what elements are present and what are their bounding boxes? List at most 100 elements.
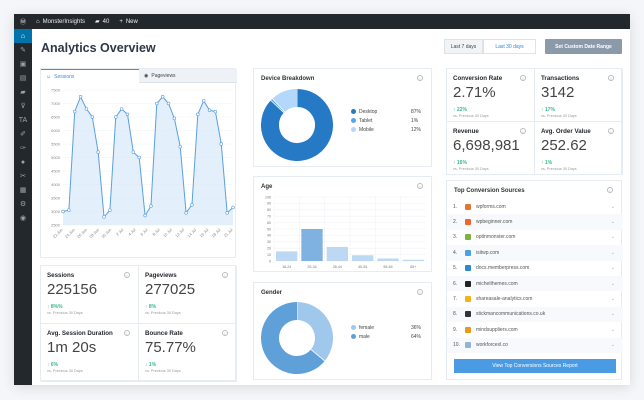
- top-conversion-sources-panel: Top Conversion Sources i 1. wpforms.com ⌄ 2…: [446, 180, 623, 380]
- users-icon[interactable]: ●: [14, 155, 32, 169]
- site-favicon-icon: [465, 234, 471, 241]
- age-bar: [352, 255, 374, 261]
- data-point: [125, 112, 130, 116]
- plugins-icon[interactable]: ✑: [14, 141, 32, 155]
- ta-icon[interactable]: TA: [14, 113, 32, 127]
- chevron-down-icon[interactable]: ⌄: [611, 234, 615, 240]
- conversions-panel: Conversion Rate i 2.71% ↑ 22% vs. Previo…: [446, 68, 623, 175]
- media-icon[interactable]: ▣: [14, 57, 32, 71]
- stat-compare: vs. Previous 30 Days: [145, 311, 181, 315]
- y-tick-label: 90: [267, 202, 271, 206]
- stat-value: 75.77%: [145, 339, 196, 356]
- chevron-down-icon[interactable]: ⌄: [611, 342, 615, 348]
- stat-value: 277025: [145, 281, 196, 298]
- pin-icon[interactable]: ✎: [14, 43, 32, 57]
- data-point: [78, 95, 83, 99]
- pages-icon[interactable]: ▤: [14, 71, 32, 85]
- info-icon[interactable]: i: [124, 330, 130, 336]
- stat-value: 252.62: [541, 137, 587, 154]
- data-point: [143, 213, 147, 218]
- last-7-days-button[interactable]: Last 7 days: [444, 39, 483, 54]
- info-icon[interactable]: i: [608, 128, 614, 134]
- appearance-icon[interactable]: ✐: [14, 127, 32, 141]
- source-row[interactable]: 2. wpbeginner.com ⌄: [447, 214, 623, 230]
- info-icon[interactable]: i: [222, 272, 228, 278]
- stat-compare: vs. Previous 30 Days: [145, 369, 181, 373]
- x-tick-label: 8 Jul: [151, 227, 161, 237]
- gender-donut: [261, 302, 333, 374]
- tab-pageviews[interactable]: ◉ Pageviews: [139, 69, 237, 83]
- x-tick-label: 65+: [410, 265, 416, 269]
- home-icon: ⌂: [36, 18, 40, 25]
- source-row[interactable]: 7. shareasale-analytics.com ⌄: [447, 291, 623, 306]
- chevron-down-icon[interactable]: ⌄: [611, 311, 615, 317]
- age-bar-chart: 100908070605040302010018-24 25-34 35-44 45-…: [265, 195, 426, 269]
- legend-dot-icon: [351, 109, 356, 114]
- info-icon[interactable]: i: [417, 183, 423, 189]
- y-tick-label: 10: [267, 253, 271, 257]
- gender-title: Gender: [261, 290, 283, 296]
- chevron-down-icon[interactable]: ⌄: [611, 281, 615, 287]
- info-icon[interactable]: i: [417, 289, 423, 295]
- insights-icon[interactable]: ⚙: [14, 197, 32, 211]
- tools-icon[interactable]: ✂: [14, 169, 32, 183]
- x-tick-label: 30 Jun: [100, 227, 112, 239]
- info-icon[interactable]: i: [520, 75, 526, 81]
- data-point: [219, 142, 223, 146]
- tab-sessions[interactable]: ☺ Sessions: [41, 69, 139, 83]
- stat-change: ↑ 17%: [541, 107, 555, 113]
- info-icon[interactable]: i: [520, 128, 526, 134]
- data-point: [96, 150, 100, 154]
- chevron-down-icon[interactable]: ⌄: [611, 327, 615, 333]
- chevron-down-icon[interactable]: ⌄: [611, 204, 615, 210]
- info-icon[interactable]: i: [608, 75, 614, 81]
- wordpress-logo-icon[interactable]: Ⓦ: [20, 17, 26, 26]
- info-icon[interactable]: i: [124, 272, 130, 278]
- chevron-down-icon[interactable]: ⌄: [611, 219, 615, 225]
- source-row[interactable]: 3. optinmonster.com ⌄: [447, 230, 623, 245]
- source-row[interactable]: 9. mindsuppliers.com ⌄: [447, 322, 623, 337]
- view-sources-report-button[interactable]: View Top Conversions Sources Report: [454, 359, 616, 373]
- chevron-down-icon[interactable]: ⌄: [611, 250, 615, 256]
- info-icon[interactable]: i: [607, 187, 613, 193]
- settings-icon[interactable]: ▦: [14, 183, 32, 197]
- info-icon[interactable]: i: [417, 75, 423, 81]
- chevron-down-icon[interactable]: ⌄: [611, 265, 615, 271]
- source-row[interactable]: 10. workforcexl.co ⌄: [447, 337, 623, 353]
- stat-card: Pageviews i 277025 ↑ 8% vs. Previous 30 …: [139, 266, 237, 324]
- site-link[interactable]: ⌂ MonsterInsights: [36, 19, 85, 25]
- x-tick-label: 2 Jul: [115, 227, 125, 237]
- x-tick-label: 45-54: [358, 265, 367, 269]
- chevron-down-icon[interactable]: ⌄: [611, 296, 615, 302]
- stat-compare: vs. Previous 30 Days: [47, 369, 83, 373]
- info-icon[interactable]: i: [222, 330, 228, 336]
- last-30-days-button[interactable]: Last 30 days: [483, 39, 536, 54]
- user-icon: ☺: [46, 73, 52, 80]
- source-row[interactable]: 8. stickmancommunications.co.uk ⌄: [447, 306, 623, 323]
- source-row[interactable]: 5. docs.memberpress.com ⌄: [447, 261, 623, 276]
- y-tick-label: 0: [269, 259, 271, 263]
- comments-icon[interactable]: ▰: [14, 85, 32, 99]
- data-point: [196, 112, 200, 116]
- source-row[interactable]: 4. isitwp.com ⌄: [447, 245, 623, 261]
- y-tick-label: 70: [267, 215, 271, 219]
- y-tick-label: 30: [267, 240, 271, 244]
- custom-date-range-button[interactable]: Set Custom Date Range: [545, 39, 622, 54]
- data-point: [231, 205, 235, 210]
- data-point: [149, 204, 153, 208]
- feedback-icon[interactable]: ⊽: [14, 99, 32, 113]
- stat-label: Pageviews: [145, 272, 177, 279]
- collapse-icon[interactable]: ◉: [14, 211, 32, 225]
- stat-card: Sessions i 225156 ↑ 8%% vs. Previous 30 …: [41, 266, 139, 324]
- dashboard-icon[interactable]: ⌂: [14, 29, 32, 43]
- comments-link[interactable]: ▰ 40: [95, 18, 109, 26]
- eye-icon: ◉: [144, 72, 149, 79]
- site-favicon-icon: [465, 219, 471, 226]
- x-tick-label: 14 Jul: [186, 227, 197, 238]
- site-favicon-icon: [465, 280, 471, 287]
- y-tick-label: 4500: [51, 169, 61, 174]
- source-row[interactable]: 6. michelthemes.com ⌄: [447, 276, 623, 292]
- source-row[interactable]: 1. wpforms.com ⌄: [447, 199, 623, 214]
- new-link[interactable]: + New: [119, 19, 138, 25]
- data-point: [201, 99, 206, 103]
